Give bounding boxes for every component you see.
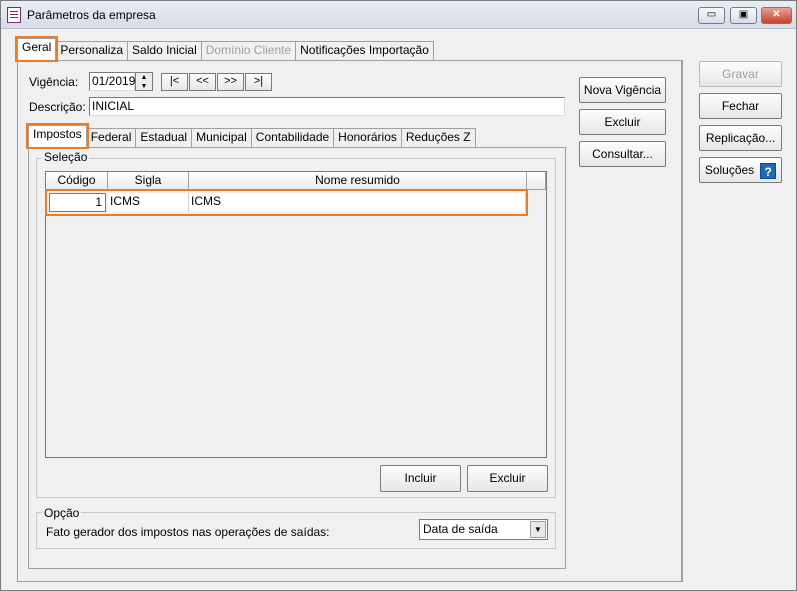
vertical-divider [682, 60, 683, 582]
spin-up-icon[interactable]: ▲ [136, 73, 152, 82]
tab-honorarios[interactable]: Honorários [333, 128, 402, 147]
tab-geral[interactable]: Geral [14, 36, 59, 62]
incluir-button[interactable]: Incluir [380, 465, 461, 492]
sub-tabs: Impostos Federal Estadual Municipal Cont… [26, 123, 476, 149]
title-bar: Parâmetros da empresa ▭ ▣ ✕ [1, 1, 796, 29]
last-button[interactable]: >| [245, 73, 272, 91]
tab-municipal[interactable]: Municipal [191, 128, 252, 147]
solucoes-button[interactable]: Soluções? [699, 157, 782, 183]
replicacao-button[interactable]: Replicação... [699, 125, 782, 151]
help-icon: ? [760, 162, 777, 179]
tab-contabilidade[interactable]: Contabilidade [250, 128, 335, 147]
fato-gerador-select[interactable]: Data de saída ▼ [419, 519, 548, 540]
next-button[interactable]: >> [217, 73, 244, 91]
consultar-button[interactable]: Consultar... [579, 141, 666, 167]
minimize-button[interactable]: ▭ [698, 7, 725, 24]
column-header-nome-resumido[interactable]: Nome resumido [189, 172, 527, 190]
maximize-button[interactable]: ▣ [730, 7, 757, 24]
excluir-button[interactable]: Excluir [467, 465, 548, 492]
spin-down-icon[interactable]: ▼ [136, 82, 152, 91]
vigencia-spinner[interactable]: ▲ ▼ [135, 72, 153, 91]
descricao-label: Descrição: [29, 100, 86, 114]
selecao-title: Seleção [42, 150, 90, 164]
tab-impostos[interactable]: Impostos [26, 123, 89, 149]
tab-notificacoes-importacao[interactable]: Notificações Importação [295, 41, 434, 60]
selected-row-highlight [45, 189, 528, 216]
tab-estadual[interactable]: Estadual [135, 128, 193, 147]
gravar-button[interactable]: Gravar [699, 61, 782, 87]
chevron-down-icon[interactable]: ▼ [530, 521, 546, 538]
column-header-codigo[interactable]: Código [46, 172, 108, 190]
window-title: Parâmetros da empresa [27, 8, 156, 22]
tab-saldo-inicial[interactable]: Saldo Inicial [127, 41, 202, 60]
window: Parâmetros da empresa ▭ ▣ ✕ Geral Person… [0, 0, 797, 591]
close-button[interactable]: ✕ [761, 7, 792, 24]
main-tabs: Geral Personaliza Saldo Inicial Domínio … [14, 36, 434, 62]
vigencia-label: Vigência: [29, 75, 79, 89]
vigencia-field[interactable]: 01/2019 [89, 72, 135, 91]
tab-federal[interactable]: Federal [85, 128, 137, 147]
nova-vigencia-button[interactable]: Nova Vigência [579, 77, 666, 103]
impostos-grid[interactable]: Código Sigla Nome resumido 1 ICMS ICMS [45, 171, 547, 458]
fato-gerador-value: Data de saída [423, 522, 498, 536]
column-header-filler [527, 172, 546, 190]
tab-reducoes-z[interactable]: Reduções Z [400, 128, 476, 147]
tab-dominio-cliente[interactable]: Domínio Cliente [200, 41, 297, 60]
tab-personaliza[interactable]: Personaliza [55, 41, 129, 60]
app-document-icon [7, 7, 21, 23]
opcao-title: Opção [42, 506, 82, 520]
previous-button[interactable]: << [189, 73, 216, 91]
first-button[interactable]: |< [161, 73, 188, 91]
fechar-button[interactable]: Fechar [699, 93, 782, 119]
fato-gerador-label: Fato gerador dos impostos nas operações … [46, 525, 330, 539]
descricao-field[interactable]: INICIAL [89, 97, 565, 116]
solucoes-label: Soluções [704, 163, 755, 177]
column-header-sigla[interactable]: Sigla [108, 172, 189, 190]
excluir-vigencia-button[interactable]: Excluir Vigência [579, 109, 666, 153]
